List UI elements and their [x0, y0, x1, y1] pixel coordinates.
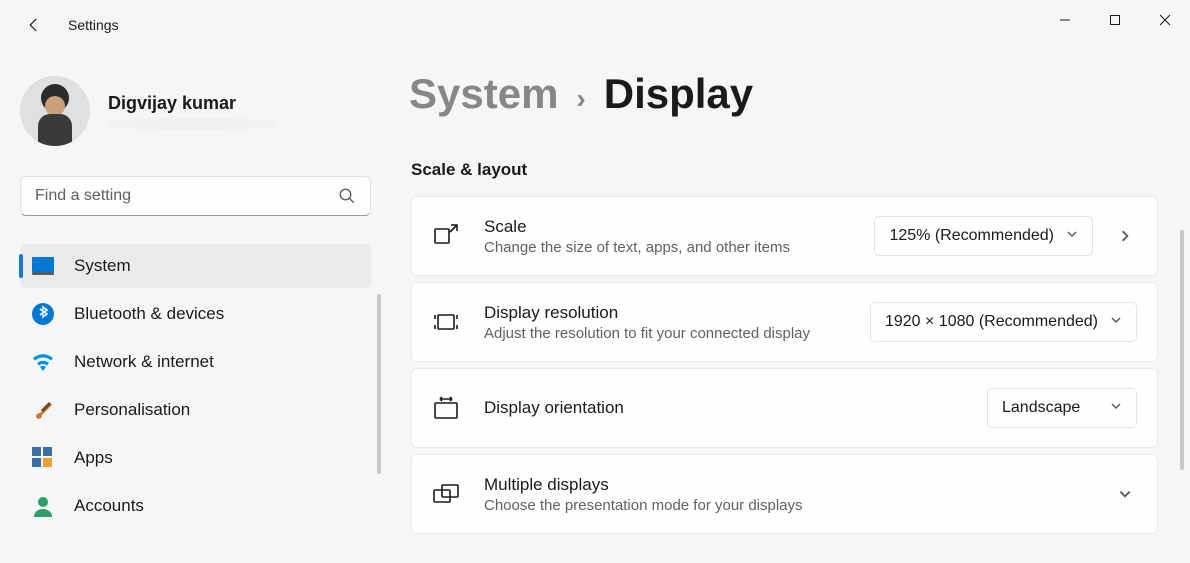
avatar — [20, 76, 90, 146]
card-title: Scale — [484, 217, 874, 237]
breadcrumb: System › Display — [409, 70, 1158, 118]
card-title: Multiple displays — [484, 475, 1093, 495]
chevron-down-icon — [1110, 313, 1122, 331]
titlebar: Settings — [0, 0, 1190, 50]
sidebar-scrollbar[interactable] — [377, 294, 381, 474]
card-title: Display orientation — [484, 398, 987, 418]
paintbrush-icon — [32, 399, 54, 421]
card-subtitle: Choose the presentation mode for your di… — [484, 497, 1093, 514]
multiple-displays-icon — [432, 480, 460, 508]
page-title: Display — [604, 70, 753, 118]
breadcrumb-parent[interactable]: System — [409, 70, 558, 118]
sidebar-item-network[interactable]: Network & internet — [20, 340, 371, 384]
sidebar-item-label: Apps — [74, 448, 113, 468]
sidebar-item-accounts[interactable]: Accounts — [20, 484, 371, 528]
scale-icon — [432, 222, 460, 250]
content-scrollbar[interactable] — [1180, 230, 1184, 470]
sidebar-item-label: Network & internet — [74, 352, 214, 372]
card-subtitle: Adjust the resolution to fit your connec… — [484, 325, 870, 342]
sidebar-item-label: Bluetooth & devices — [74, 304, 224, 324]
sidebar-item-bluetooth[interactable]: Bluetooth & devices — [20, 292, 371, 336]
card-resolution[interactable]: Display resolution Adjust the resolution… — [411, 282, 1158, 362]
accounts-icon — [32, 495, 54, 517]
app-title: Settings — [68, 17, 119, 33]
search-box[interactable] — [20, 176, 371, 216]
select-value: Landscape — [1002, 399, 1080, 417]
resolution-select[interactable]: 1920 × 1080 (Recommended) — [870, 302, 1137, 342]
sidebar-item-system[interactable]: System — [20, 244, 371, 288]
chevron-right-icon: › — [576, 83, 585, 115]
sidebar-item-label: System — [74, 256, 131, 276]
scale-select[interactable]: 125% (Recommended) — [874, 216, 1093, 256]
chevron-down-icon — [1066, 227, 1078, 245]
card-orientation[interactable]: Display orientation Landscape — [411, 368, 1158, 448]
profile[interactable]: Digvijay kumar — [20, 76, 371, 146]
search-icon — [338, 187, 356, 205]
apps-icon — [32, 447, 54, 469]
profile-email-blur — [108, 118, 278, 130]
wifi-icon — [32, 351, 54, 373]
maximize-button[interactable] — [1090, 0, 1140, 40]
main-content: System › Display Scale & layout Scale Ch… — [385, 50, 1190, 563]
chevron-down-icon — [1110, 399, 1122, 417]
sidebar-item-label: Accounts — [74, 496, 144, 516]
orientation-select[interactable]: Landscape — [987, 388, 1137, 428]
sidebar-item-label: Personalisation — [74, 400, 190, 420]
card-title: Display resolution — [484, 303, 870, 323]
search-input[interactable] — [35, 187, 338, 205]
sidebar-item-apps[interactable]: Apps — [20, 436, 371, 480]
select-value: 125% (Recommended) — [889, 227, 1054, 245]
profile-name: Digvijay kumar — [108, 93, 278, 114]
section-title: Scale & layout — [411, 160, 1158, 180]
minimize-button[interactable] — [1040, 0, 1090, 40]
bluetooth-icon — [32, 303, 54, 325]
card-subtitle: Change the size of text, apps, and other… — [484, 239, 874, 256]
select-value: 1920 × 1080 (Recommended) — [885, 313, 1098, 331]
expand-arrow[interactable] — [1113, 224, 1137, 248]
expand-chevron[interactable] — [1113, 482, 1137, 506]
sidebar: Digvijay kumar System — [0, 50, 385, 563]
sidebar-item-personalisation[interactable]: Personalisation — [20, 388, 371, 432]
close-button[interactable] — [1140, 0, 1190, 40]
back-button[interactable] — [22, 13, 46, 37]
resolution-icon — [432, 308, 460, 336]
orientation-icon — [432, 394, 460, 422]
system-icon — [32, 255, 54, 277]
card-scale[interactable]: Scale Change the size of text, apps, and… — [411, 196, 1158, 276]
card-multiple-displays[interactable]: Multiple displays Choose the presentatio… — [411, 454, 1158, 534]
